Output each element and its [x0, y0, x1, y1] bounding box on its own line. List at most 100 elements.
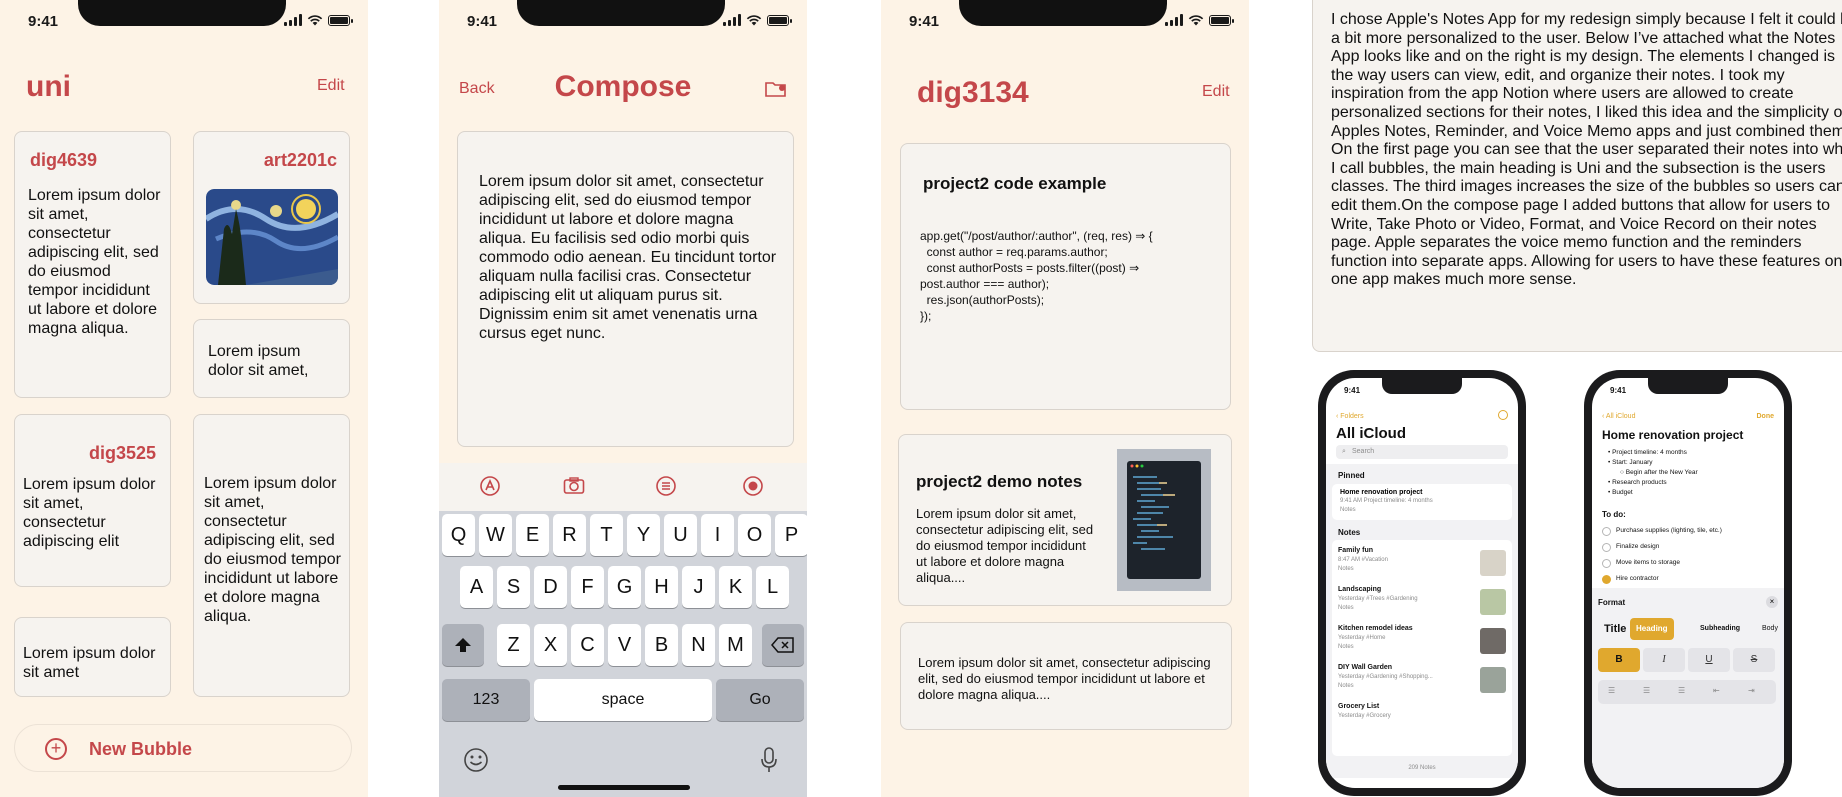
checklist-item[interactable]: Move items to storage: [1602, 556, 1780, 572]
numbered-list-icon[interactable]: ☰: [1678, 686, 1685, 696]
style-body[interactable]: Body: [1756, 618, 1784, 640]
wifi-icon: [307, 15, 323, 26]
checklist-item[interactable]: Hire contractor: [1602, 572, 1780, 588]
bubble-note[interactable]: Lorem ipsum dolor sit amet,: [193, 319, 350, 398]
back-all-icloud[interactable]: ‹ All iCloud: [1602, 412, 1635, 421]
bullet-item: • Start: January: [1608, 458, 1780, 468]
bubble-dig3525[interactable]: dig3525 Lorem ipsum dolor sit amet, cons…: [14, 414, 171, 587]
key-l[interactable]: L: [756, 566, 789, 608]
bubble-note[interactable]: Lorem ipsum dolor sit amet, consectetur …: [193, 414, 350, 697]
numbers-key[interactable]: 123: [442, 679, 530, 721]
more-icon[interactable]: [1498, 410, 1508, 420]
key-p[interactable]: P: [775, 514, 807, 556]
bubble-dig4639[interactable]: dig4639 Lorem ipsum dolor sit amet, cons…: [14, 131, 171, 398]
key-t[interactable]: T: [590, 514, 623, 556]
key-w[interactable]: W: [479, 514, 512, 556]
key-m[interactable]: M: [719, 624, 752, 666]
note-row[interactable]: Landscaping Yesterday #Trees #Gardening No…: [1338, 585, 1506, 621]
wifi-icon: [1188, 15, 1204, 26]
checklist-item[interactable]: Finalize design: [1602, 540, 1780, 556]
notes-list: Family fun 8:47 AM #Vacation Notes Landscap…: [1332, 540, 1512, 756]
apple-notes-editor-phone: 9:41 ‹ All iCloud Done Home renovation p…: [1584, 370, 1792, 796]
note-card-demo[interactable]: project2 demo notes Lorem ipsum dolor si…: [898, 434, 1232, 606]
go-key[interactable]: Go: [716, 679, 804, 721]
key-z[interactable]: Z: [497, 624, 530, 666]
key-a[interactable]: A: [460, 566, 493, 608]
key-r[interactable]: R: [553, 514, 586, 556]
bubble-text: Lorem ipsum dolor sit amet, consectetur …: [23, 476, 156, 550]
new-bubble-button[interactable]: + New Bubble: [14, 724, 352, 772]
note-row[interactable]: DIY Wall Garden Yesterday #Gardening #Sho…: [1338, 663, 1506, 699]
key-j[interactable]: J: [682, 566, 715, 608]
description-card: I chose Apple's Notes App for my redesig…: [1312, 0, 1842, 352]
camera-icon[interactable]: [563, 475, 585, 497]
back-folders[interactable]: ‹ Folders: [1336, 412, 1364, 421]
note-row[interactable]: Family fun 8:47 AM #Vacation Notes: [1338, 546, 1506, 582]
style-title[interactable]: Title: [1598, 618, 1632, 640]
note-row[interactable]: Kitchen remodel ideas Yesterday #Home Note…: [1338, 624, 1506, 660]
unchecked-circle-icon[interactable]: [1602, 527, 1611, 536]
status-bar: 9:41: [439, 0, 807, 40]
key-d[interactable]: D: [534, 566, 567, 608]
note-title: Home renovation project: [1602, 428, 1744, 442]
note-card-code[interactable]: project2 code example app.get("/post/aut…: [900, 143, 1231, 410]
key-b[interactable]: B: [645, 624, 678, 666]
bullet-item: • Research products: [1608, 478, 1780, 488]
dash-list-icon[interactable]: ☰: [1643, 686, 1650, 696]
pinned-note[interactable]: Home renovation project 9:41 AM Project …: [1332, 484, 1512, 520]
key-g[interactable]: G: [608, 566, 641, 608]
key-u[interactable]: U: [664, 514, 697, 556]
key-n[interactable]: N: [682, 624, 715, 666]
note-meta: 8:47 AM #Vacation: [1338, 557, 1388, 563]
shift-key[interactable]: [442, 624, 484, 666]
edit-button[interactable]: Edit: [1202, 83, 1230, 101]
bold-button[interactable]: B: [1598, 648, 1640, 672]
bubble-art2201c[interactable]: art2201c: [193, 131, 350, 304]
key-y[interactable]: Y: [627, 514, 660, 556]
italic-button[interactable]: I: [1643, 648, 1685, 672]
key-o[interactable]: O: [738, 514, 771, 556]
key-q[interactable]: Q: [442, 514, 475, 556]
backspace-key[interactable]: [762, 624, 804, 666]
folder-badge-icon[interactable]: [765, 80, 787, 98]
page-title: uni: [26, 70, 71, 103]
key-f[interactable]: F: [571, 566, 604, 608]
key-v[interactable]: V: [608, 624, 641, 666]
key-h[interactable]: H: [645, 566, 678, 608]
close-icon[interactable]: ×: [1766, 596, 1778, 608]
unchecked-circle-icon[interactable]: [1602, 559, 1611, 568]
write-icon[interactable]: [479, 475, 501, 497]
style-subheading[interactable]: Subheading: [1694, 618, 1746, 640]
search-field[interactable]: ⌕ Search: [1336, 445, 1508, 459]
key-s[interactable]: S: [497, 566, 530, 608]
format-list-icon[interactable]: [655, 475, 677, 497]
checked-circle-icon[interactable]: [1602, 575, 1611, 584]
done-button[interactable]: Done: [1757, 412, 1775, 421]
underline-button[interactable]: U: [1688, 648, 1730, 672]
edit-button[interactable]: Edit: [317, 77, 345, 95]
strikethrough-button[interactable]: S: [1733, 648, 1775, 672]
key-e[interactable]: E: [516, 514, 549, 556]
note-row[interactable]: Grocery List Yesterday #Grocery: [1338, 702, 1506, 738]
checklist-item[interactable]: Purchase supplies (lighting, tile, etc.): [1602, 524, 1780, 540]
key-x[interactable]: X: [534, 624, 567, 666]
key-k[interactable]: K: [719, 566, 752, 608]
todo-header: To do:: [1602, 510, 1626, 519]
microphone-icon[interactable]: [761, 747, 777, 773]
space-key[interactable]: space: [534, 679, 712, 721]
bullet-text: Research products: [1612, 479, 1667, 486]
note-card-text[interactable]: Lorem ipsum dolor sit amet, consectetur …: [900, 622, 1232, 730]
outdent-icon[interactable]: ⇤: [1713, 686, 1720, 696]
key-i[interactable]: I: [701, 514, 734, 556]
emoji-icon[interactable]: [463, 747, 489, 773]
compose-editor[interactable]: Lorem ipsum dolor sit amet, consectetur …: [457, 131, 794, 447]
key-c[interactable]: C: [571, 624, 604, 666]
record-icon[interactable]: [742, 475, 764, 497]
indent-icon[interactable]: ⇥: [1748, 686, 1755, 696]
bubble-note[interactable]: Lorem ipsum dolor sit amet: [14, 617, 171, 697]
style-heading[interactable]: Heading: [1630, 618, 1674, 640]
signal-icon: [723, 14, 741, 26]
note-title: Kitchen remodel ideas: [1338, 625, 1413, 632]
bullet-list-icon[interactable]: ☰: [1608, 686, 1615, 696]
unchecked-circle-icon[interactable]: [1602, 543, 1611, 552]
